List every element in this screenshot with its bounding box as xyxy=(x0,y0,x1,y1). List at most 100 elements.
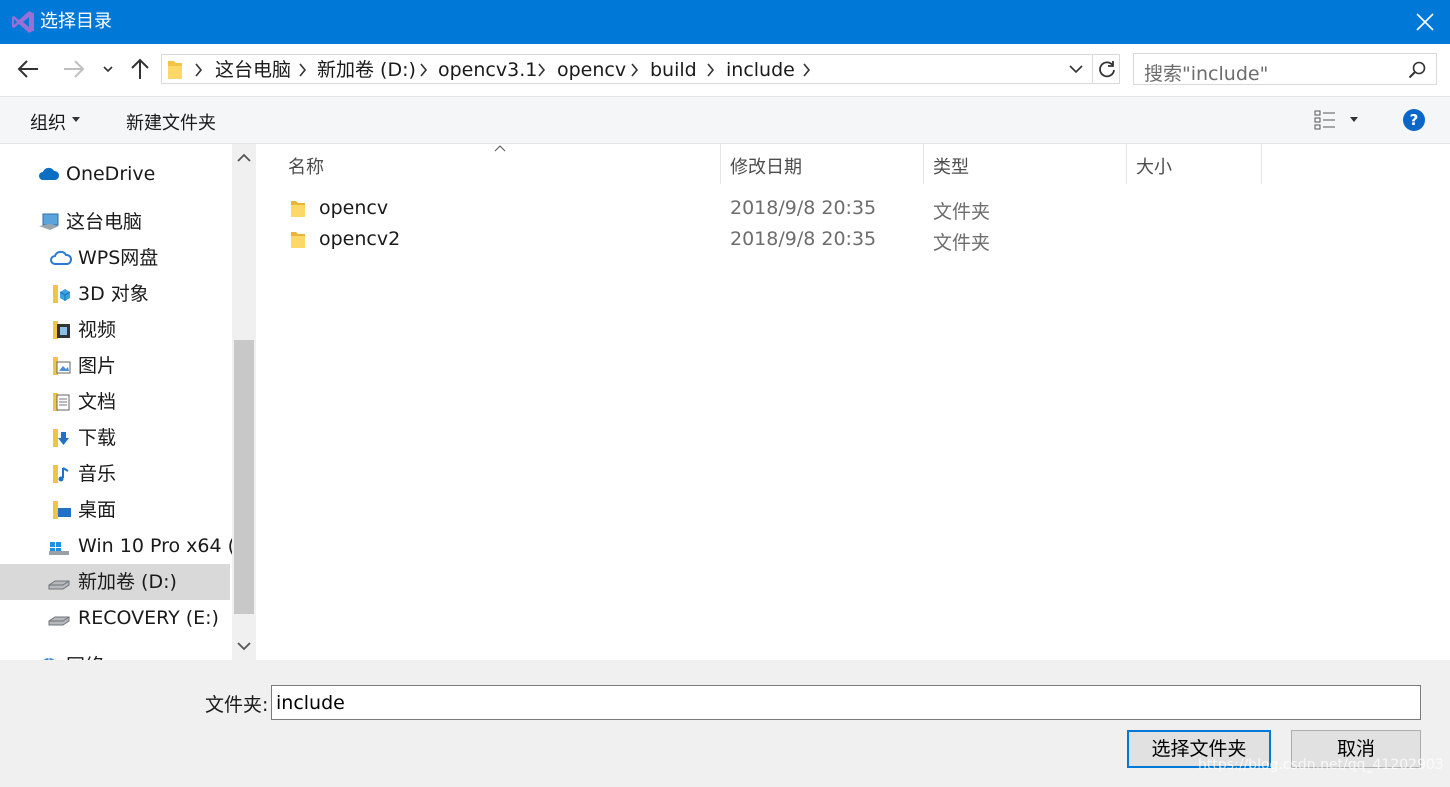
file-name: opencv xyxy=(319,197,389,219)
sidebar-item-this-pc[interactable]: 这台电脑 xyxy=(0,204,230,240)
forward-button[interactable] xyxy=(62,56,92,84)
sidebar-item-downloads[interactable]: 下载 xyxy=(0,420,230,456)
back-arrow-icon xyxy=(17,60,38,78)
sidebar-item-network[interactable]: 网络 xyxy=(0,648,230,660)
sidebar-item-drive-e[interactable]: RECOVERY (E:) xyxy=(0,600,230,636)
command-toolbar: 组织 新建文件夹 ? xyxy=(0,96,1450,144)
search-placeholder: 搜索"include" xyxy=(1144,63,1269,85)
breadcrumb-separator-icon xyxy=(631,63,639,77)
drive-icon xyxy=(48,616,70,626)
sidebar-item-label: 下载 xyxy=(78,427,117,449)
recent-locations-button[interactable] xyxy=(101,56,119,84)
title-bar: 选择目录 xyxy=(0,0,1450,44)
visual-studio-icon xyxy=(12,11,34,33)
sidebar-item-3d-objects[interactable]: 3D 对象 xyxy=(0,276,230,312)
help-icon[interactable]: ? xyxy=(1402,108,1426,132)
breadcrumb-separator-icon xyxy=(420,63,428,77)
drive-icon xyxy=(48,580,70,590)
sidebar-item-documents[interactable]: 文档 xyxy=(0,384,230,420)
file-date: 2018/9/8 20:35 xyxy=(730,228,877,250)
folder-icon xyxy=(168,61,182,79)
breadcrumb-separator-icon xyxy=(707,63,715,77)
address-bar[interactable]: 这台电脑 新加卷 (D:) opencv3.1 opencv build inc… xyxy=(161,54,1120,84)
sidebar-item-label: 文档 xyxy=(78,391,117,413)
new-folder-button[interactable]: 新建文件夹 xyxy=(126,109,216,135)
sidebar-item-label: OneDrive xyxy=(66,163,156,185)
cloud-outline-icon xyxy=(50,250,72,265)
column-header-type[interactable]: 类型 xyxy=(923,144,1127,184)
sidebar-item-onedrive[interactable]: OneDrive xyxy=(0,156,230,192)
forward-arrow-icon xyxy=(64,60,85,78)
sidebar-item-label: Win 10 Pro x64 (C xyxy=(78,535,232,557)
breadcrumb-separator-icon xyxy=(803,63,811,77)
back-button[interactable] xyxy=(16,56,46,84)
navigation-pane: OneDrive 这台电脑 WPS网盘 3D 对象 视频 图片 文档 下载 音乐… xyxy=(0,144,232,660)
picture-folder-icon xyxy=(53,357,71,375)
dialog-footer: 文件夹: 选择文件夹 取消 https://blog.csdn.net/qq_4… xyxy=(0,660,1450,787)
breadcrumb-build[interactable]: build xyxy=(650,59,697,81)
scroll-down-icon[interactable] xyxy=(236,638,252,654)
file-row-opencv[interactable]: opencv 2018/9/8 20:35 文件夹 xyxy=(278,194,1278,224)
sidebar-item-label: RECOVERY (E:) xyxy=(78,607,219,629)
dropdown-triangle-icon xyxy=(72,117,80,122)
sidebar-item-videos[interactable]: 视频 xyxy=(0,312,230,348)
organize-label: 组织 xyxy=(30,113,66,134)
breadcrumb-opencv[interactable]: opencv xyxy=(557,59,626,81)
sidebar-item-label: 3D 对象 xyxy=(78,283,149,305)
file-type: 文件夹 xyxy=(933,232,991,254)
breadcrumb-drive-d[interactable]: 新加卷 (D:) xyxy=(317,59,416,81)
close-icon xyxy=(1416,13,1434,31)
breadcrumb-opencv31[interactable]: opencv3.1 xyxy=(438,59,537,81)
sidebar-item-desktop[interactable]: 桌面 xyxy=(0,492,230,528)
sidebar-item-drive-c[interactable]: Win 10 Pro x64 (C xyxy=(0,528,232,564)
breadcrumb-separator-icon xyxy=(538,63,546,77)
window-title: 选择目录 xyxy=(40,11,112,32)
file-name: opencv2 xyxy=(319,228,401,250)
search-box[interactable]: 搜索"include" xyxy=(1133,53,1437,85)
column-header-size[interactable]: 大小 xyxy=(1126,144,1262,184)
scroll-up-icon[interactable] xyxy=(236,150,252,166)
column-label: 名称 xyxy=(288,157,324,178)
cloud-icon xyxy=(39,167,60,180)
refresh-button[interactable] xyxy=(1092,55,1121,83)
refresh-icon xyxy=(1099,61,1115,78)
desktop-folder-icon xyxy=(53,501,71,519)
chevron-down-icon xyxy=(1069,65,1083,74)
watermark-text: https://blog.csdn.net/qq_41202903 xyxy=(1198,757,1444,773)
sidebar-item-label: 桌面 xyxy=(78,499,117,521)
sidebar-item-pictures[interactable]: 图片 xyxy=(0,348,230,384)
windows-drive-icon xyxy=(49,542,69,555)
view-options-button[interactable] xyxy=(1310,105,1362,135)
svg-text:?: ? xyxy=(1410,111,1419,129)
chevron-down-icon xyxy=(103,66,113,73)
folder-name-input[interactable] xyxy=(271,685,1421,720)
folder-field-label: 文件夹: xyxy=(205,694,269,716)
breadcrumb-include[interactable]: include xyxy=(726,59,795,81)
sidebar-item-label: 这台电脑 xyxy=(66,211,143,233)
sidebar-item-drive-d[interactable]: 新加卷 (D:) xyxy=(0,564,230,600)
sidebar-item-music[interactable]: 音乐 xyxy=(0,456,230,492)
file-type: 文件夹 xyxy=(933,201,991,223)
column-header-date[interactable]: 修改日期 xyxy=(720,144,924,184)
organize-menu-button[interactable]: 组织 xyxy=(18,97,88,143)
details-view-icon xyxy=(1314,110,1335,130)
up-button[interactable] xyxy=(128,56,154,84)
cube-folder-icon xyxy=(53,285,71,303)
sidebar-item-wps-drive[interactable]: WPS网盘 xyxy=(0,240,230,276)
sidebar-scrollbar[interactable] xyxy=(232,144,256,660)
column-header-name[interactable]: 名称 xyxy=(278,144,721,184)
folder-icon xyxy=(291,232,305,248)
address-history-button[interactable] xyxy=(1064,55,1088,83)
computer-icon xyxy=(39,213,59,230)
search-icon xyxy=(1408,61,1426,79)
breadcrumb-separator-icon xyxy=(195,63,203,77)
close-button[interactable] xyxy=(1400,0,1450,44)
sidebar-item-label: 新加卷 (D:) xyxy=(78,571,177,593)
file-date: 2018/9/8 20:35 xyxy=(730,197,877,219)
sidebar-item-label: WPS网盘 xyxy=(78,247,159,269)
folder-icon xyxy=(291,201,305,217)
file-row-opencv2[interactable]: opencv2 2018/9/8 20:35 文件夹 xyxy=(278,225,1278,255)
column-label: 大小 xyxy=(1136,157,1172,178)
scroll-thumb[interactable] xyxy=(234,340,254,614)
breadcrumb-this-pc[interactable]: 这台电脑 xyxy=(215,59,291,81)
